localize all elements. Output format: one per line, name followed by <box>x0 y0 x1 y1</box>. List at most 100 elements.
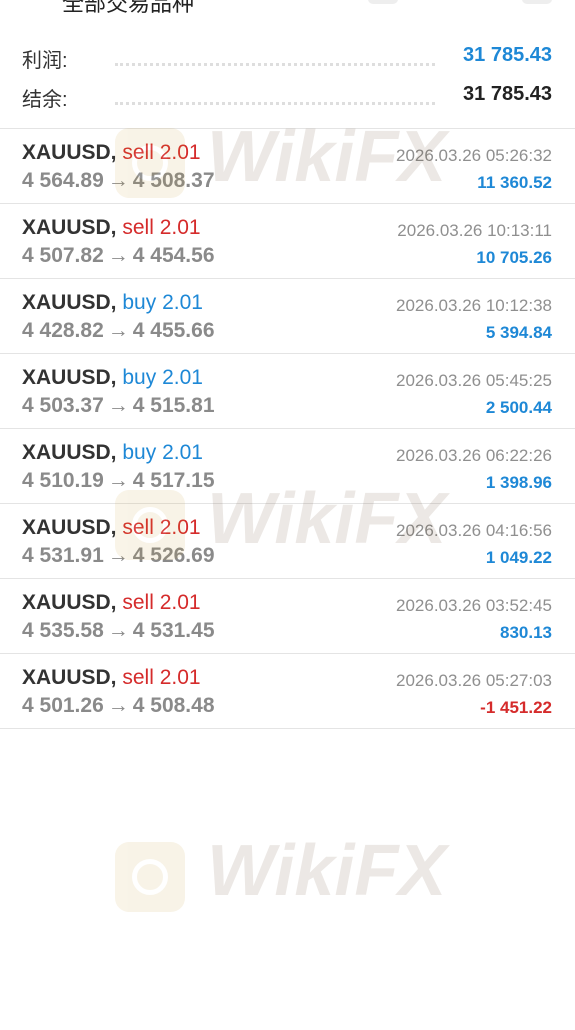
trade-row[interactable]: XAUUSD, sell 2.01 4 501.26 → 4 508.48 2026.0… <box>0 654 575 729</box>
trade-title: XAUUSD, buy 2.01 <box>22 441 203 465</box>
trade-row[interactable]: XAUUSD, sell 2.01 4 531.91 → 4 526.69 2026.0… <box>0 504 575 579</box>
balance-dotted-leader <box>115 102 435 105</box>
trade-prices: 4 531.91 → 4 526.69 <box>22 544 215 568</box>
trade-time: 2026.03.26 10:12:38 <box>396 296 552 315</box>
trade-time: 2026.03.26 10:13:11 <box>397 221 552 240</box>
trade-volume: 2.01 <box>159 141 201 164</box>
trade-side: sell <box>122 216 154 239</box>
balance-value: 31 785.43 <box>463 83 552 105</box>
trade-volume: 2.01 <box>162 441 203 464</box>
open-price: 4 507.82 <box>22 244 104 267</box>
trade-symbol: XAUUSD, <box>22 666 117 689</box>
arrow-right-icon: → <box>107 694 129 717</box>
trade-profit: -1 451.22 <box>480 698 552 717</box>
open-price: 4 428.82 <box>22 319 104 342</box>
open-price: 4 531.91 <box>22 544 104 567</box>
trade-profit: 11 360.52 <box>477 173 552 192</box>
wikifx-logo-icon <box>115 842 185 912</box>
trade-symbol: XAUUSD, <box>22 516 117 539</box>
trade-symbol: XAUUSD, <box>22 366 117 389</box>
trade-symbol: XAUUSD, <box>22 141 117 164</box>
trade-symbol: XAUUSD, <box>22 441 117 464</box>
balance-label: 结余: <box>22 89 68 111</box>
trade-prices: 4 510.19 → 4 517.15 <box>22 469 215 493</box>
trade-row[interactable]: XAUUSD, buy 2.01 4 428.82 → 4 455.66 2026.03… <box>0 279 575 354</box>
trade-volume: 2.01 <box>159 591 201 614</box>
close-price: 4 455.66 <box>132 319 215 342</box>
trade-row[interactable]: XAUUSD, sell 2.01 4 535.58 → 4 531.45 2026.0… <box>0 579 575 654</box>
trade-profit: 2 500.44 <box>485 398 552 417</box>
trade-title: XAUUSD, sell 2.01 <box>22 516 201 540</box>
trade-row[interactable]: XAUUSD, buy 2.01 4 503.37 → 4 515.81 2026.03… <box>0 354 575 429</box>
trade-volume: 2.01 <box>162 366 203 389</box>
profit-label: 利润: <box>22 50 68 72</box>
trade-title: XAUUSD, sell 2.01 <box>22 141 201 165</box>
trade-row[interactable]: XAUUSD, sell 2.01 4 507.82 → 4 454.56 2026.0… <box>0 204 575 279</box>
trade-time: 2026.03.26 03:52:45 <box>396 596 552 615</box>
arrow-right-icon: → <box>107 319 129 342</box>
trade-time: 2026.03.26 05:27:03 <box>396 671 552 690</box>
balance-summary-row: 结余: 31 785.43 <box>0 75 575 115</box>
close-price: 4 508.37 <box>132 169 215 192</box>
trade-row[interactable]: XAUUSD, buy 2.01 4 510.19 → 4 517.15 2026.03… <box>0 429 575 504</box>
trade-prices: 4 535.58 → 4 531.45 <box>22 619 215 643</box>
profit-summary-row: 利润: 31 785.43 <box>0 36 575 76</box>
trade-prices: 4 564.89 → 4 508.37 <box>22 169 215 193</box>
open-price: 4 564.89 <box>22 169 104 192</box>
trade-side: buy <box>122 441 157 464</box>
header-control-left[interactable] <box>368 0 398 4</box>
close-price: 4 515.81 <box>132 394 215 417</box>
trade-title: XAUUSD, sell 2.01 <box>22 666 201 690</box>
trade-side: sell <box>122 666 154 689</box>
close-price: 4 454.56 <box>132 244 215 267</box>
trade-profit: 1 398.96 <box>485 473 552 492</box>
trade-profit: 830.13 <box>500 623 552 642</box>
trade-title: XAUUSD, buy 2.01 <box>22 366 203 390</box>
trade-volume: 2.01 <box>159 216 201 239</box>
trade-volume: 2.01 <box>162 291 203 314</box>
close-price: 4 517.15 <box>132 469 215 492</box>
trade-time: 2026.03.26 04:16:56 <box>396 521 552 540</box>
watermark: WikiFX <box>115 822 447 922</box>
arrow-right-icon: → <box>107 394 129 417</box>
trade-symbol: XAUUSD, <box>22 216 117 239</box>
trade-side: buy <box>122 291 157 314</box>
trade-profit: 1 049.22 <box>485 548 552 567</box>
profit-dotted-leader <box>115 63 435 66</box>
close-price: 4 531.45 <box>132 619 215 642</box>
close-price: 4 508.48 <box>132 694 215 717</box>
trade-title: XAUUSD, buy 2.01 <box>22 291 203 315</box>
arrow-right-icon: → <box>107 619 129 642</box>
trade-prices: 4 428.82 → 4 455.66 <box>22 319 215 343</box>
profit-value: 31 785.43 <box>463 44 552 66</box>
trade-profit: 10 705.26 <box>476 248 552 267</box>
trade-prices: 4 501.26 → 4 508.48 <box>22 694 215 718</box>
close-price: 4 526.69 <box>132 544 215 567</box>
trade-side: sell <box>122 516 154 539</box>
open-price: 4 501.26 <box>22 694 104 717</box>
trade-volume: 2.01 <box>159 666 201 689</box>
trade-row[interactable]: XAUUSD, sell 2.01 4 564.89 → 4 508.37 2026.0… <box>0 129 575 204</box>
arrow-right-icon: → <box>107 244 129 267</box>
trade-side: buy <box>122 366 157 389</box>
trade-profit: 5 394.84 <box>485 323 552 342</box>
arrow-right-icon: → <box>107 169 129 192</box>
header-control-right[interactable] <box>522 0 552 4</box>
trade-title: XAUUSD, sell 2.01 <box>22 216 201 240</box>
open-price: 4 503.37 <box>22 394 104 417</box>
page-title: 全部交易品种 <box>62 0 195 14</box>
watermark-text: WikiFX <box>207 831 447 911</box>
trade-prices: 4 503.37 → 4 515.81 <box>22 394 215 418</box>
trade-volume: 2.01 <box>159 516 201 539</box>
arrow-right-icon: → <box>107 544 129 567</box>
trade-time: 2026.03.26 05:45:25 <box>396 371 552 390</box>
trade-prices: 4 507.82 → 4 454.56 <box>22 244 215 268</box>
trade-time: 2026.03.26 05:26:32 <box>396 146 552 165</box>
open-price: 4 535.58 <box>22 619 104 642</box>
trade-title: XAUUSD, sell 2.01 <box>22 591 201 615</box>
trade-symbol: XAUUSD, <box>22 591 117 614</box>
arrow-right-icon: → <box>107 469 129 492</box>
app-header: 全部交易品种 <box>0 0 575 14</box>
trade-side: sell <box>122 141 154 164</box>
trade-symbol: XAUUSD, <box>22 291 117 314</box>
